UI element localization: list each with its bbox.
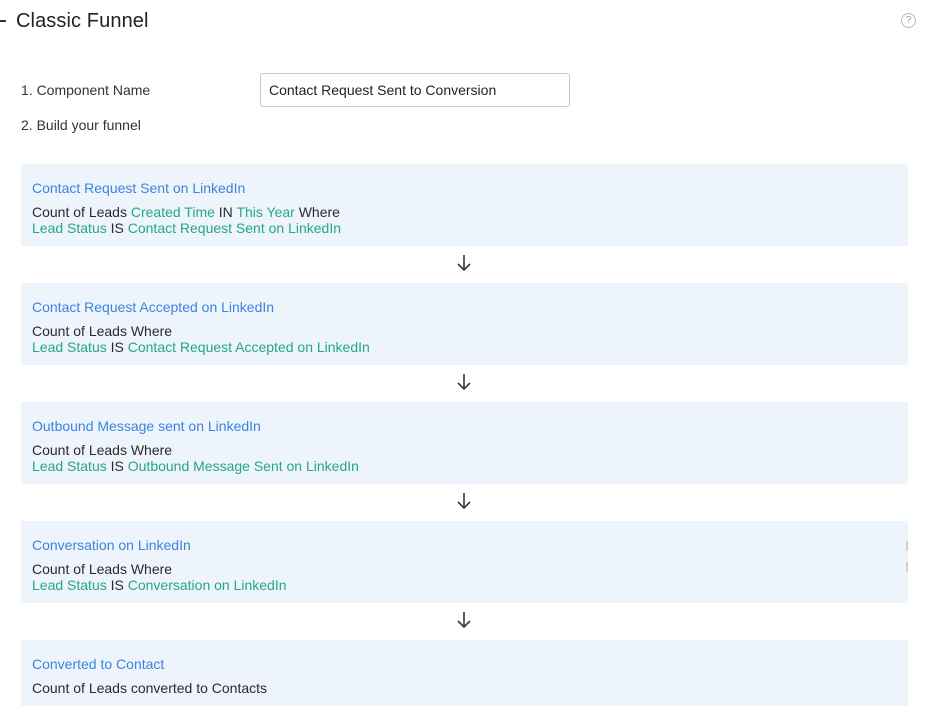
criteria-operator: IS bbox=[110, 458, 124, 474]
aggregate-text: Count of Leads Where bbox=[32, 442, 173, 458]
stage-condition-line: Count of Leads converted to Contacts bbox=[32, 680, 267, 696]
criteria-field: Lead Status bbox=[32, 339, 107, 355]
criteria-operator: IS bbox=[110, 220, 124, 236]
criteria-field: Created Time bbox=[130, 204, 215, 220]
stage-name-link[interactable]: Converted to Contact bbox=[32, 656, 164, 672]
arrow-down-icon bbox=[457, 493, 471, 510]
criteria-operator: IS bbox=[110, 339, 124, 355]
criteria-value: Contact Request Accepted on LinkedIn bbox=[127, 339, 370, 355]
stage-condition-line: Count of Leads Where bbox=[32, 323, 172, 339]
build-funnel-label: 2. Build your funnel bbox=[21, 117, 141, 133]
stage-criteria-line: Lead Status IS Contact Request Accepted … bbox=[32, 339, 370, 355]
component-name-input[interactable] bbox=[260, 73, 570, 107]
stage-criteria-line: Lead Status IS Outbound Message Sent on … bbox=[32, 458, 359, 474]
funnel-stage: Contact Request Sent on LinkedIn Count o… bbox=[21, 164, 908, 246]
aggregate-text: Count of Leads Where bbox=[32, 323, 173, 339]
stage-criteria-line: Lead Status IS Conversation on LinkedIn bbox=[32, 577, 287, 593]
criteria-field: Lead Status bbox=[32, 220, 107, 236]
where-text: Where bbox=[298, 204, 340, 220]
stage-name-link[interactable]: Conversation on LinkedIn bbox=[32, 537, 191, 553]
arrow-down-icon bbox=[457, 612, 471, 629]
stage-condition-line: Count of Leads Where bbox=[32, 442, 172, 458]
page-title: Classic Funnel bbox=[16, 10, 149, 32]
component-name-label: 1. Component Name bbox=[21, 82, 151, 98]
criteria-field: Lead Status bbox=[32, 458, 107, 474]
resize-handle[interactable] bbox=[906, 562, 908, 572]
criteria-value: Contact Request Sent on LinkedIn bbox=[127, 220, 342, 236]
criteria-operator: IS bbox=[110, 577, 124, 593]
resize-handle[interactable] bbox=[906, 541, 908, 551]
criteria-value: Outbound Message Sent on LinkedIn bbox=[127, 458, 359, 474]
collapse-dash-icon[interactable] bbox=[0, 20, 6, 22]
stage-name-link[interactable]: Contact Request Sent on LinkedIn bbox=[32, 180, 245, 196]
stage-condition-line: Count of Leads Where bbox=[32, 561, 172, 577]
funnel-stage: Contact Request Accepted on LinkedIn Cou… bbox=[21, 283, 908, 365]
criteria-field: Lead Status bbox=[32, 577, 107, 593]
stage-condition-line: Count of Leads Created Time IN This Year… bbox=[32, 204, 340, 220]
criteria-operator: IN bbox=[218, 204, 233, 220]
criteria-value: This Year bbox=[236, 204, 295, 220]
aggregate-text: Count of Leads converted to Contacts bbox=[32, 680, 268, 696]
arrow-down-icon bbox=[457, 255, 471, 272]
criteria-value: Conversation on LinkedIn bbox=[127, 577, 287, 593]
stage-name-link[interactable]: Contact Request Accepted on LinkedIn bbox=[32, 299, 274, 315]
stage-name-link[interactable]: Outbound Message sent on LinkedIn bbox=[32, 418, 261, 434]
stage-criteria-line: Lead Status IS Contact Request Sent on L… bbox=[32, 220, 341, 236]
aggregate-text: Count of Leads Where bbox=[32, 561, 173, 577]
question-circle-icon[interactable]: ? bbox=[901, 13, 916, 28]
funnel-stage: Conversation on LinkedIn Count of Leads … bbox=[21, 521, 908, 603]
aggregate-text: Count of Leads bbox=[32, 204, 127, 220]
arrow-down-icon bbox=[457, 374, 471, 391]
funnel-stage: Converted to Contact Count of Leads conv… bbox=[21, 640, 908, 706]
funnel-stage: Outbound Message sent on LinkedIn Count … bbox=[21, 402, 908, 484]
